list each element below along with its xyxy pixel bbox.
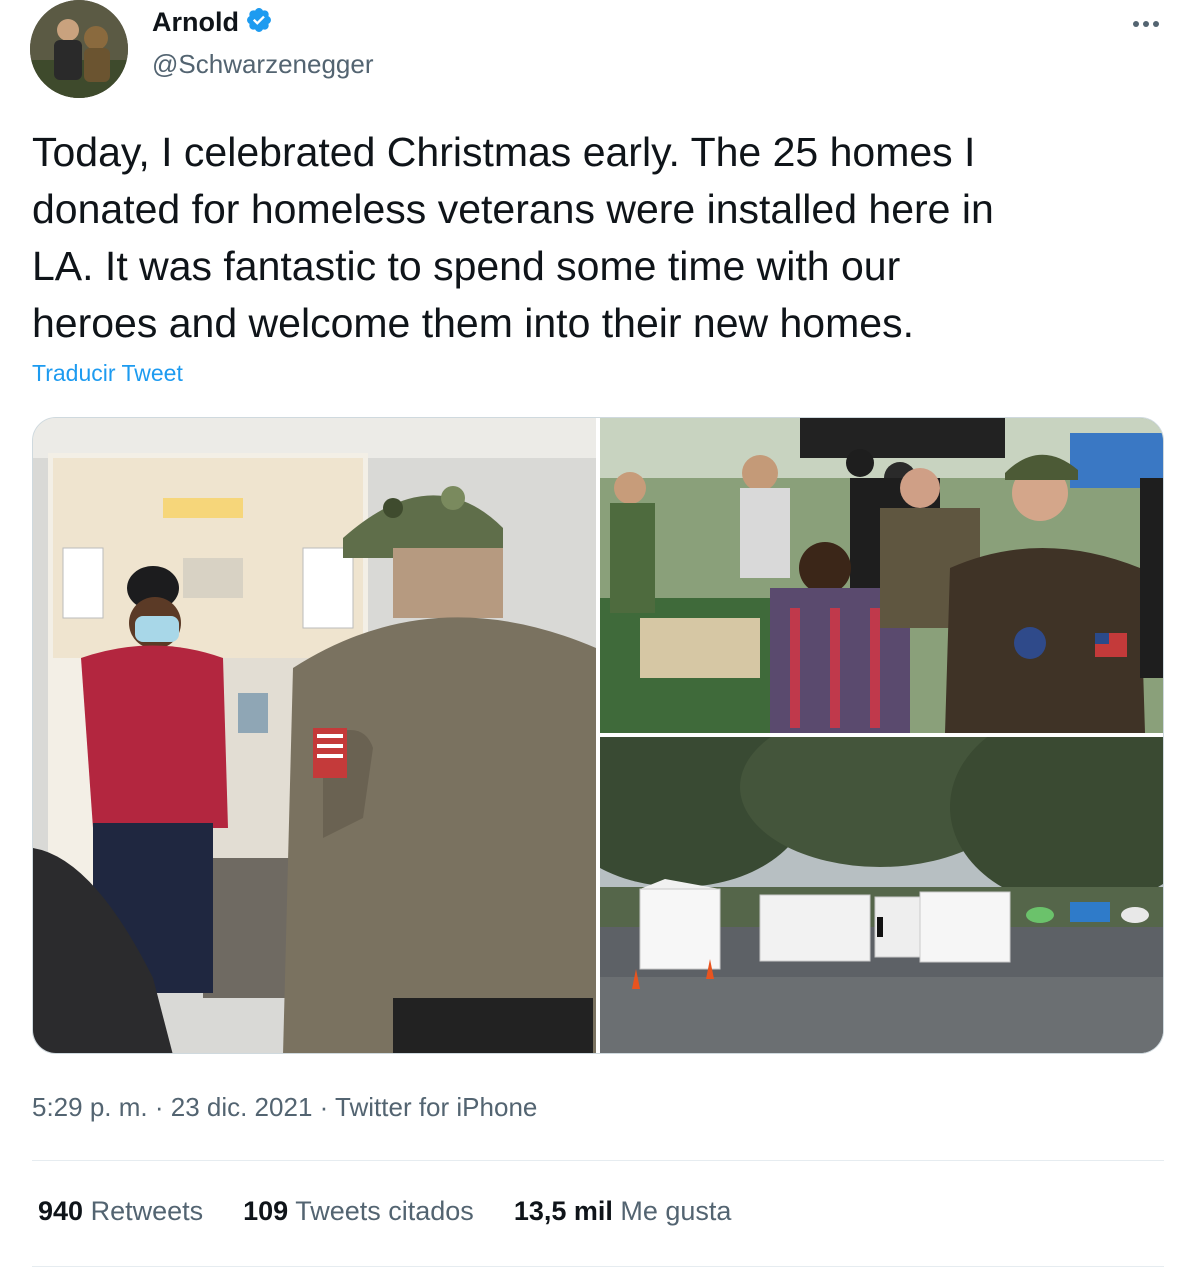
tweet-line: LA. It was fantastic to spend some time … (32, 243, 901, 289)
more-dot (1133, 21, 1139, 27)
tweet-source[interactable]: Twitter for iPhone (335, 1092, 537, 1122)
divider (32, 1160, 1164, 1161)
verified-badge-icon (245, 6, 273, 39)
tweet-time[interactable]: 5:29 p. m. (32, 1092, 148, 1122)
more-dot (1143, 21, 1149, 27)
divider (32, 1266, 1164, 1267)
display-name[interactable]: Arnold (152, 7, 239, 38)
handle[interactable]: @Schwarzenegger (152, 49, 374, 80)
photo-veterans-group[interactable] (600, 418, 1163, 733)
author-block[interactable]: Arnold @Schwarzenegger (152, 6, 374, 80)
tweet-text: Today, I celebrated Christmas early. The… (32, 124, 1162, 352)
stat-quote-tweets[interactable]: 109 Tweets citados (243, 1196, 474, 1227)
meta-separator: · (147, 1092, 171, 1122)
avatar[interactable] (30, 0, 128, 98)
tweet-line: heroes and welcome them into their new h… (32, 300, 914, 346)
stat-likes[interactable]: 13,5 mil Me gusta (514, 1196, 732, 1227)
photo-tiny-homes-site[interactable] (600, 737, 1163, 1053)
meta-separator: · (312, 1092, 336, 1122)
translate-tweet-link[interactable]: Traducir Tweet (32, 360, 183, 387)
more-options-icon[interactable] (1128, 12, 1164, 36)
tweet-line: Today, I celebrated Christmas early. The… (32, 129, 976, 175)
tweet-date[interactable]: 23 dic. 2021 (171, 1092, 313, 1122)
tweet-stats: 940 Retweets 109 Tweets citados 13,5 mil… (38, 1196, 731, 1227)
stat-retweets[interactable]: 940 Retweets (38, 1196, 203, 1227)
more-dot (1153, 21, 1159, 27)
stat-count: 13,5 mil (513, 1196, 613, 1226)
stat-count: 109 (243, 1196, 289, 1226)
tweet-line: donated for homeless veterans were insta… (32, 186, 994, 232)
stat-label: Retweets (90, 1196, 204, 1226)
stat-count: 940 (38, 1196, 84, 1226)
tweet-meta: 5:29 p. m. · 23 dic. 2021 · Twitter for … (32, 1092, 537, 1123)
stat-label: Tweets citados (295, 1196, 474, 1226)
stat-label: Me gusta (620, 1196, 732, 1226)
media-grid (32, 417, 1164, 1054)
photo-veteran-at-home-door[interactable] (33, 418, 596, 1053)
